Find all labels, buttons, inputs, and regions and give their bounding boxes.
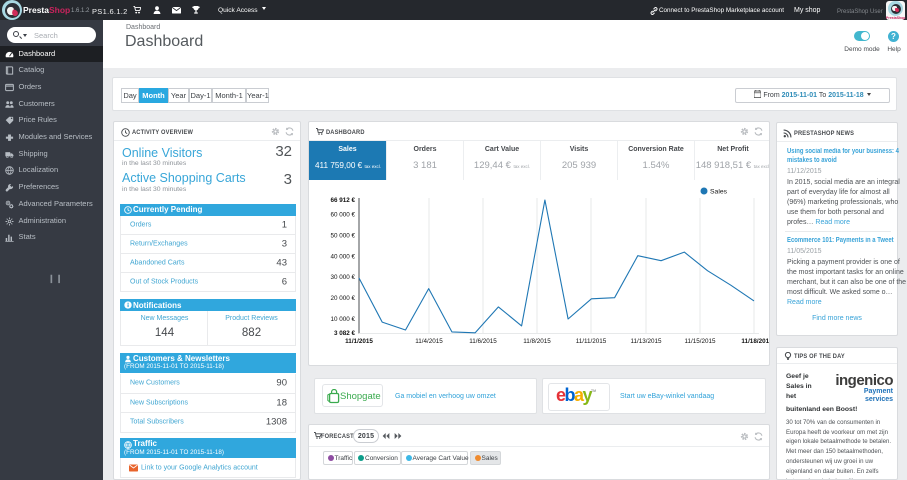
svg-text:Sales: Sales	[710, 189, 728, 196]
svg-text:3 082 €: 3 082 €	[334, 330, 356, 337]
svg-text:40 000 €: 40 000 €	[330, 253, 355, 260]
svg-text:50 000 €: 50 000 €	[330, 232, 355, 239]
svg-text:11/13/2015: 11/13/2015	[630, 338, 662, 345]
svg-text:11/18/2015: 11/18/2015	[741, 338, 770, 345]
svg-text:11/1/2015: 11/1/2015	[345, 338, 373, 345]
svg-text:11/11/2015: 11/11/2015	[576, 338, 607, 345]
svg-text:30 000 €: 30 000 €	[330, 274, 355, 281]
svg-text:11/8/2015: 11/8/2015	[523, 338, 551, 345]
svg-text:10 000 €: 10 000 €	[330, 316, 355, 323]
svg-text:66 912 €: 66 912 €	[330, 197, 355, 204]
svg-text:11/6/2015: 11/6/2015	[469, 338, 497, 345]
svg-text:11/4/2015: 11/4/2015	[415, 338, 443, 345]
svg-text:11/15/2015: 11/15/2015	[684, 338, 716, 345]
svg-text:20 000 €: 20 000 €	[330, 295, 355, 302]
svg-text:60 000 €: 60 000 €	[330, 212, 355, 219]
